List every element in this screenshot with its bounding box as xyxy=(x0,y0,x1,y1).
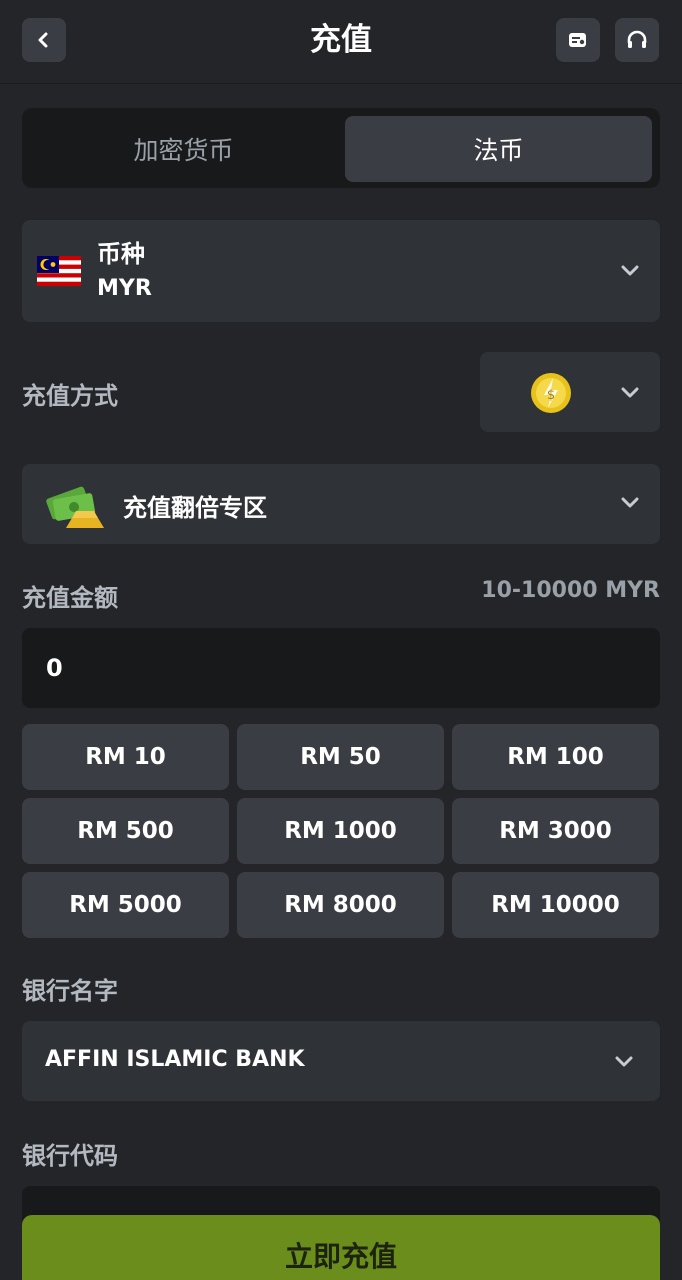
bank-name-label: 银行名字 xyxy=(22,977,118,1005)
bank-code-label: 银行代码 xyxy=(22,1142,118,1170)
headset-icon xyxy=(627,30,647,48)
currency-label: 币种 xyxy=(97,240,145,268)
currency-selector[interactable]: 币种 MYR xyxy=(22,220,660,322)
amount-label: 充值金额 xyxy=(22,584,118,612)
chevron-down-icon xyxy=(621,387,639,398)
payment-method-selector[interactable]: $ xyxy=(480,352,660,432)
amount-input[interactable] xyxy=(22,628,660,708)
quick-amount-button[interactable]: RM 100 xyxy=(452,724,659,790)
wallet-button[interactable] xyxy=(556,18,600,62)
quick-amount-button[interactable]: RM 10000 xyxy=(452,872,659,938)
amount-range: 10-10000 MYR xyxy=(481,578,660,603)
header-bar: 充值 xyxy=(0,0,682,84)
bank-selector[interactable]: AFFIN ISLAMIC BANK xyxy=(22,1021,660,1101)
currency-value: MYR xyxy=(97,276,152,301)
quick-amount-button[interactable]: RM 5000 xyxy=(22,872,229,938)
quick-amount-grid: RM 10 RM 50 RM 100 RM 500 RM 1000 RM 300… xyxy=(22,724,660,938)
chevron-down-icon xyxy=(615,1056,633,1067)
tab-fiat[interactable]: 法币 xyxy=(345,116,652,182)
currency-type-tabs: 加密货币 法币 xyxy=(22,108,660,188)
gold-coin-lightning-icon: $ xyxy=(531,373,571,413)
chevron-down-icon xyxy=(621,265,639,276)
svg-text:$: $ xyxy=(547,388,555,403)
quick-amount-button[interactable]: RM 500 xyxy=(22,798,229,864)
promo-selector[interactable]: 充值翻倍专区 xyxy=(22,464,660,544)
tab-crypto[interactable]: 加密货币 xyxy=(30,116,337,182)
quick-amount-button[interactable]: RM 10 xyxy=(22,724,229,790)
bank-value: AFFIN ISLAMIC BANK xyxy=(45,1047,305,1072)
support-button[interactable] xyxy=(615,18,659,62)
malaysia-flag-icon xyxy=(37,256,81,286)
quick-amount-button[interactable]: RM 3000 xyxy=(452,798,659,864)
money-stack-icon xyxy=(46,486,104,528)
payment-method-label: 充值方式 xyxy=(22,382,118,410)
promo-label: 充值翻倍专区 xyxy=(123,494,267,522)
quick-amount-button[interactable]: RM 1000 xyxy=(237,798,444,864)
wallet-icon xyxy=(569,33,586,47)
quick-amount-button[interactable]: RM 50 xyxy=(237,724,444,790)
chevron-down-icon xyxy=(621,497,639,508)
quick-amount-button[interactable]: RM 8000 xyxy=(237,872,444,938)
deposit-now-button[interactable]: 立即充值 xyxy=(22,1215,660,1280)
